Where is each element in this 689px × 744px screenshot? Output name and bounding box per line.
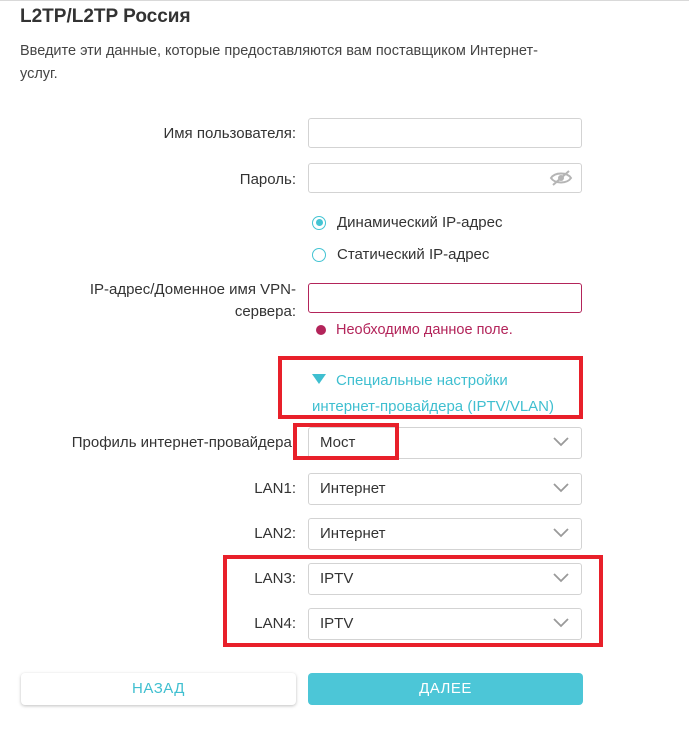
radio-unselected-icon — [312, 247, 326, 262]
chevron-down-icon — [553, 483, 569, 493]
isp-profile-value: Мост — [320, 434, 356, 451]
chevron-down-icon — [553, 618, 569, 628]
lan4-label: LAN4: — [254, 615, 296, 632]
advanced-settings-toggle[interactable]: Специальные настройки интернет-провайдер… — [312, 368, 572, 420]
radio-dynamic-ip[interactable]: Динамический IP-адрес — [312, 214, 502, 231]
top-divider — [0, 0, 689, 1]
lan2-select[interactable]: Интернет — [308, 518, 582, 550]
vpn-server-error-text: Необходимо данное поле. — [336, 322, 513, 338]
chevron-down-icon — [553, 528, 569, 538]
vpn-server-field[interactable] — [308, 283, 582, 313]
password-field[interactable] — [308, 163, 582, 193]
page-title: L2TP/L2TP Россия — [20, 6, 191, 27]
password-label: Пароль: — [239, 171, 296, 188]
lan1-value: Интернет — [320, 480, 386, 497]
radio-dynamic-ip-label: Динамический IP-адрес — [337, 214, 503, 231]
lan4-value: IPTV — [320, 615, 354, 632]
username-label: Имя пользователя: — [163, 125, 296, 142]
lan4-select[interactable]: IPTV — [308, 608, 582, 640]
isp-profile-label: Профиль интернет-провайдера: — [71, 434, 296, 451]
lan3-value: IPTV — [320, 570, 354, 587]
lan1-select[interactable]: Интернет — [308, 473, 582, 505]
lan3-label: LAN3: — [254, 570, 296, 587]
error-dot-icon — [316, 325, 326, 335]
lan2-value: Интернет — [320, 525, 386, 542]
triangle-down-icon — [312, 374, 326, 384]
chevron-down-icon — [553, 573, 569, 583]
radio-static-ip-label: Статический IP-адрес — [337, 246, 490, 263]
hide-password-icon[interactable] — [549, 170, 573, 186]
isp-profile-select[interactable]: Мост — [308, 427, 582, 459]
lan2-label: LAN2: — [254, 525, 296, 542]
vpn-server-label: IP-адрес/Доменное имя VPN-сервера: — [89, 281, 296, 320]
chevron-down-icon — [553, 437, 569, 447]
page-description: Введите эти данные, которые предоставляю… — [20, 43, 538, 82]
username-field[interactable] — [308, 118, 582, 148]
advanced-settings-label: Специальные настройки интернет-провайдер… — [312, 372, 554, 415]
back-button[interactable]: НАЗАД — [21, 673, 296, 705]
lan3-select[interactable]: IPTV — [308, 563, 582, 595]
vpn-server-error: Необходимо данное поле. — [316, 322, 513, 338]
radio-selected-icon — [312, 215, 326, 230]
radio-static-ip[interactable]: Статический IP-адрес — [312, 246, 489, 263]
lan1-label: LAN1: — [254, 480, 296, 497]
next-button[interactable]: ДАЛЕЕ — [308, 673, 583, 705]
